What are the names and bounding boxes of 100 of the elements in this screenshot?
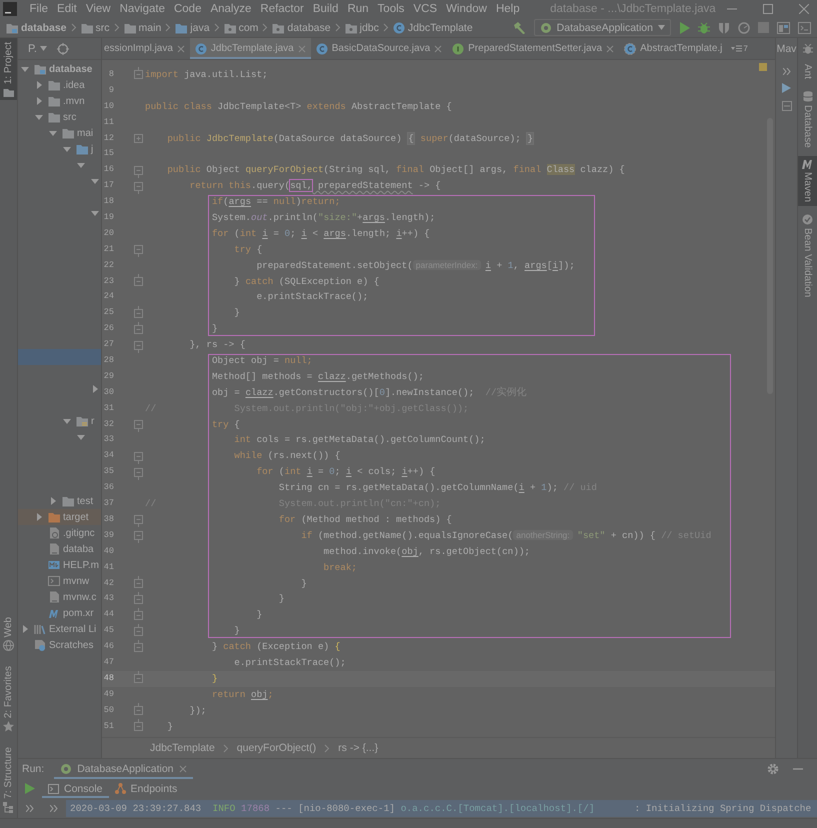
menu-item[interactable]: File: [25, 3, 53, 15]
console-tab[interactable]: Endpoints: [108, 778, 184, 798]
hammer-icon[interactable]: [512, 21, 526, 34]
run-configuration-dropdown[interactable]: DatabaseApplication: [534, 19, 671, 36]
triangle-down-icon[interactable]: [77, 433, 85, 441]
crosshair-icon[interactable]: [56, 42, 69, 54]
view-selector-dropdown[interactable]: P.: [28, 42, 47, 54]
editor-tab[interactable]: PreparedStatementSetter.java: [447, 38, 620, 59]
tree-item[interactable]: .mvn: [18, 93, 101, 109]
double-chevron-icon[interactable]: [782, 68, 790, 75]
tree-item[interactable]: j: [18, 141, 101, 157]
triangle-down-icon[interactable]: [91, 209, 99, 217]
editor-tab[interactable]: BasicDataSource.java: [310, 38, 448, 59]
fold-marker-icon[interactable]: [134, 640, 143, 654]
triangle-right-icon[interactable]: [91, 385, 99, 393]
tree-item[interactable]: target: [18, 509, 101, 525]
triangle-down-icon[interactable]: [91, 177, 99, 185]
fold-marker-icon[interactable]: [134, 417, 143, 432]
tool-window-button[interactable]: Maven: [798, 156, 817, 206]
triangle-down-icon[interactable]: [49, 129, 57, 137]
tree-item[interactable]: .idea: [18, 77, 101, 93]
breadcrumb-item[interactable]: src: [80, 22, 110, 34]
triangle-down-icon[interactable]: [63, 417, 71, 425]
profiler-icon[interactable]: [738, 22, 750, 34]
run-icon[interactable]: [782, 83, 791, 93]
triangle-down-icon[interactable]: [35, 113, 43, 121]
fold-marker-icon[interactable]: [134, 322, 143, 337]
triangle-down-icon[interactable]: [77, 161, 85, 169]
menu-item[interactable]: Tools: [373, 3, 409, 15]
tree-item[interactable]: mvnw: [18, 573, 101, 589]
console-tab[interactable]: Console: [42, 778, 109, 798]
editor-tab[interactable]: JdbcTemplate.java: [190, 38, 311, 59]
tab-overflow-button[interactable]: 7: [727, 38, 752, 59]
tool-window-button[interactable]: Database: [798, 87, 817, 152]
tool-window-button[interactable]: 1: Project: [0, 38, 17, 100]
triangle-right-icon[interactable]: [35, 513, 43, 521]
menu-item[interactable]: Run: [342, 3, 374, 15]
fold-marker-icon[interactable]: [134, 512, 143, 528]
breadcrumb-item[interactable]: main: [124, 22, 162, 34]
editor-tab[interactable]: AbstractTemplate.j: [619, 38, 728, 59]
tree-item[interactable]: External Li: [18, 621, 101, 637]
triangle-down-icon[interactable]: [63, 145, 71, 153]
breadcrumb-item[interactable]: rs -> {...}: [338, 742, 378, 754]
breadcrumb-item[interactable]: com: [224, 22, 258, 34]
fold-marker-icon[interactable]: [134, 718, 143, 734]
fold-marker-icon[interactable]: [134, 528, 143, 544]
breadcrumb-item[interactable]: jdbc: [344, 22, 379, 34]
close-icon[interactable]: [434, 44, 442, 52]
breadcrumb-item[interactable]: java: [175, 22, 210, 34]
tool-window-button[interactable]: 2: Favorites: [0, 662, 17, 736]
tool-window-button[interactable]: Bean Validation: [798, 210, 817, 302]
tree-item[interactable]: r: [18, 413, 101, 429]
menu-item[interactable]: Analyze: [206, 3, 256, 15]
menu-item[interactable]: Edit: [52, 3, 82, 15]
menu-item[interactable]: View: [81, 3, 116, 15]
maximize-icon[interactable]: [763, 4, 773, 14]
fold-marker-icon[interactable]: [134, 306, 143, 321]
fold-marker-icon[interactable]: [134, 576, 143, 591]
close-icon[interactable]: [799, 4, 809, 14]
tree-item[interactable]: test: [18, 493, 101, 509]
tool-window-button[interactable]: Web: [0, 612, 17, 654]
run-tab[interactable]: DatabaseApplication: [54, 759, 193, 779]
menu-item[interactable]: Code: [169, 3, 206, 15]
menu-item[interactable]: Refactor: [256, 3, 308, 15]
fold-marker-icon[interactable]: [134, 592, 143, 607]
window-icon[interactable]: [798, 22, 811, 34]
fold-marker-icon[interactable]: [134, 608, 143, 623]
gear-icon[interactable]: [767, 762, 779, 775]
tree-item[interactable]: .gitignc: [18, 525, 101, 541]
bug-icon[interactable]: [802, 44, 812, 54]
breadcrumb-item[interactable]: database: [6, 22, 67, 34]
triangle-right-icon[interactable]: [49, 497, 57, 505]
menu-item[interactable]: Help: [491, 3, 524, 15]
tree-item[interactable]: mai: [18, 125, 101, 141]
tree-item[interactable]: mvnw.c: [18, 589, 101, 605]
debug-icon[interactable]: [698, 22, 710, 34]
close-icon[interactable]: [606, 44, 614, 52]
inspection-status-icon[interactable]: [759, 63, 767, 71]
fold-marker-icon[interactable]: [134, 242, 143, 258]
menu-item[interactable]: Navigate: [115, 3, 170, 15]
double-chevron-icon[interactable]: [26, 804, 34, 812]
triangle-right-icon[interactable]: [21, 625, 29, 633]
breadcrumb-item[interactable]: JdbcTemplate: [392, 22, 473, 34]
editor-tab[interactable]: essionImpl.java: [102, 38, 190, 59]
fold-marker-icon[interactable]: [134, 624, 143, 639]
triangle-down-icon[interactable]: [21, 65, 29, 73]
project-structure-icon[interactable]: [777, 22, 790, 34]
close-icon[interactable]: [176, 44, 185, 52]
run-icon[interactable]: [679, 22, 690, 34]
close-icon[interactable]: [178, 764, 187, 773]
close-icon[interactable]: [298, 44, 306, 52]
maven-goal-icon[interactable]: [782, 101, 792, 111]
breadcrumb-item[interactable]: JdbcTemplate: [150, 742, 215, 754]
folded-marker-icon[interactable]: [134, 131, 143, 146]
tree-item[interactable]: HELP.m: [18, 557, 101, 573]
menu-item[interactable]: VCS: [408, 3, 442, 15]
menu-item[interactable]: Window: [442, 3, 492, 15]
tree-item[interactable]: database: [18, 61, 101, 77]
run-icon[interactable]: [25, 783, 35, 794]
menu-item[interactable]: Build: [308, 3, 343, 15]
